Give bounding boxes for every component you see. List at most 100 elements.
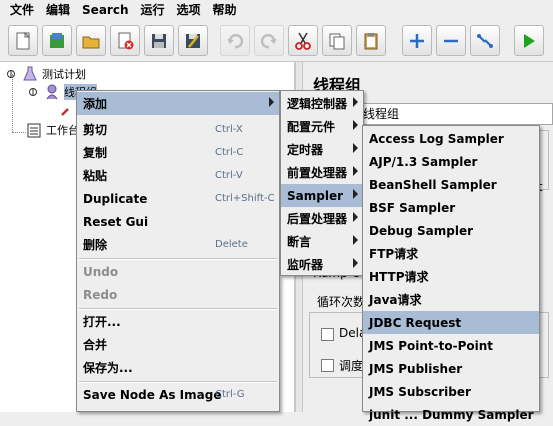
save-as-button[interactable] — [178, 25, 208, 56]
menu-item-save-node-as-image[interactable]: Save Node As Image Ctrl-G — [77, 383, 279, 406]
menu-item-add[interactable]: 添加 — [77, 92, 279, 115]
tree-label-test-plan: 测试计划 — [42, 68, 86, 81]
paste-button[interactable] — [356, 25, 386, 56]
sampler-submenu: Access Log Sampler AJP/1.3 Sampler BeanS… — [362, 125, 540, 422]
sampler-item-http[interactable]: HTTP请求 — [363, 265, 539, 288]
paste-icon — [364, 32, 378, 49]
save-button[interactable] — [144, 25, 174, 56]
toggle-button[interactable] — [470, 25, 500, 56]
menu-help[interactable]: 帮助 — [207, 0, 243, 20]
copy-icon — [329, 33, 345, 49]
sampler-item-debug[interactable]: Debug Sampler — [363, 219, 539, 242]
thread-group-icon — [46, 84, 58, 100]
new-icon — [16, 31, 31, 49]
tree-node-test-plan[interactable]: 测试计划 — [6, 65, 86, 83]
tree-label-workbench: 工作台 — [46, 124, 79, 137]
sampler-item-access-log[interactable]: Access Log Sampler — [363, 127, 539, 150]
menu-item-merge[interactable]: 合并 — [77, 333, 279, 356]
submenu-arrow-icon — [353, 120, 358, 130]
cut-button[interactable] — [288, 25, 318, 56]
menu-item-delete[interactable]: 删除 Delete — [77, 233, 279, 256]
submenu-item-post-processor[interactable]: 后置处理器 — [281, 207, 363, 230]
toggle-icon — [477, 33, 493, 48]
context-menu: 添加 剪切 Ctrl-X 复制 Ctrl-C 粘贴 Ctrl-V Duplica… — [76, 90, 280, 412]
name-field[interactable]: 线程组 — [348, 103, 553, 125]
tool-icon — [61, 108, 69, 116]
menu-item-reset-gui[interactable]: Reset Gui — [77, 210, 279, 233]
submenu-item-logic-controller[interactable]: 逻辑控制器 — [281, 92, 363, 115]
sampler-item-jms-subscriber[interactable]: JMS Subscriber — [363, 380, 539, 403]
close-button[interactable] — [110, 25, 140, 56]
menu-edit[interactable]: 编辑 — [40, 0, 76, 20]
submenu-item-listener[interactable]: 监听器 — [281, 253, 363, 276]
menu-item-open[interactable]: 打开... — [77, 310, 279, 333]
expand-icon — [410, 33, 424, 48]
scheduler-label: 调度 — [339, 359, 364, 373]
tree-node-workbench[interactable]: 工作台 — [26, 121, 79, 139]
sampler-item-ajp[interactable]: AJP/1.3 Sampler — [363, 150, 539, 173]
menu-options[interactable]: 选项 — [171, 0, 207, 20]
submenu-arrow-icon — [269, 97, 274, 107]
save-as-icon — [186, 33, 200, 48]
submenu-item-assertion[interactable]: 断言 — [281, 230, 363, 253]
clipboard-icon — [27, 123, 41, 138]
save-icon — [152, 33, 166, 48]
collapse-button[interactable] — [436, 25, 466, 56]
sampler-item-bsf[interactable]: BSF Sampler — [363, 196, 539, 219]
menu-bar: 文件 编辑 Search 运行 选项 帮助 — [0, 0, 553, 20]
sampler-item-beanshell[interactable]: BeanShell Sampler — [363, 173, 539, 196]
expand-button[interactable] — [402, 25, 432, 56]
menu-search[interactable]: Search — [76, 0, 134, 20]
redo-icon — [260, 33, 277, 48]
start-icon — [524, 33, 535, 48]
menu-run[interactable]: 运行 — [134, 0, 170, 20]
submenu-arrow-icon — [353, 258, 358, 268]
tree-toggle-icon — [7, 70, 15, 78]
scheduler-checkbox[interactable] — [321, 359, 334, 372]
submenu-arrow-icon — [353, 212, 358, 222]
undo-button[interactable] — [220, 25, 250, 56]
menu-item-paste[interactable]: 粘贴 Ctrl-V — [77, 164, 279, 187]
templates-button[interactable] — [42, 25, 72, 56]
submenu-arrow-icon — [353, 235, 358, 245]
tree-node-child[interactable] — [60, 102, 72, 120]
submenu-item-config-element[interactable]: 配置元件 — [281, 115, 363, 138]
submenu-arrow-icon — [353, 166, 358, 176]
redo-button[interactable] — [254, 25, 284, 56]
loop-count-label: 循环次数 — [317, 295, 366, 309]
toolbar — [0, 20, 553, 62]
sampler-item-jms-publisher[interactable]: JMS Publisher — [363, 357, 539, 380]
open-button[interactable] — [76, 25, 106, 56]
copy-button[interactable] — [322, 25, 352, 56]
flask-icon — [23, 66, 37, 81]
collapse-icon — [444, 39, 458, 42]
close-icon — [118, 32, 134, 49]
menu-item-copy[interactable]: 复制 Ctrl-C — [77, 141, 279, 164]
start-button[interactable] — [514, 25, 544, 56]
menu-item-undo[interactable]: Undo — [77, 260, 279, 283]
sampler-item-ftp[interactable]: FTP请求 — [363, 242, 539, 265]
submenu-item-pre-processor[interactable]: 前置处理器 — [281, 161, 363, 184]
delay-checkbox[interactable] — [321, 328, 334, 341]
sampler-item-java[interactable]: Java请求 — [363, 288, 539, 311]
menu-file[interactable]: 文件 — [4, 0, 40, 20]
new-button[interactable] — [8, 25, 38, 56]
submenu-item-sampler[interactable]: Sampler — [281, 184, 363, 207]
submenu-arrow-icon — [353, 97, 358, 107]
submenu-arrow-icon — [353, 189, 358, 199]
sampler-item-jdbc-request[interactable]: JDBC Request — [363, 311, 539, 334]
add-submenu: 逻辑控制器 配置元件 定时器 前置处理器 Sampler 后置处理器 断言 监听… — [280, 90, 364, 276]
undo-icon — [227, 33, 244, 48]
sampler-item-junit[interactable]: junit ... Dummy Sampler — [363, 403, 539, 426]
templates-icon — [50, 32, 64, 48]
menu-item-save-as[interactable]: 保存为... — [77, 356, 279, 379]
sampler-item-jms-point-to-point[interactable]: JMS Point-to-Point — [363, 334, 539, 357]
submenu-arrow-icon — [353, 143, 358, 153]
submenu-item-timer[interactable]: 定时器 — [281, 138, 363, 161]
menu-item-cut[interactable]: 剪切 Ctrl-X — [77, 118, 279, 141]
menu-item-redo[interactable]: Redo — [77, 283, 279, 306]
menu-item-duplicate[interactable]: Duplicate Ctrl+Shift-C — [77, 187, 279, 210]
tree-toggle-icon — [29, 88, 37, 96]
open-icon — [82, 36, 100, 48]
cut-icon — [295, 32, 311, 50]
